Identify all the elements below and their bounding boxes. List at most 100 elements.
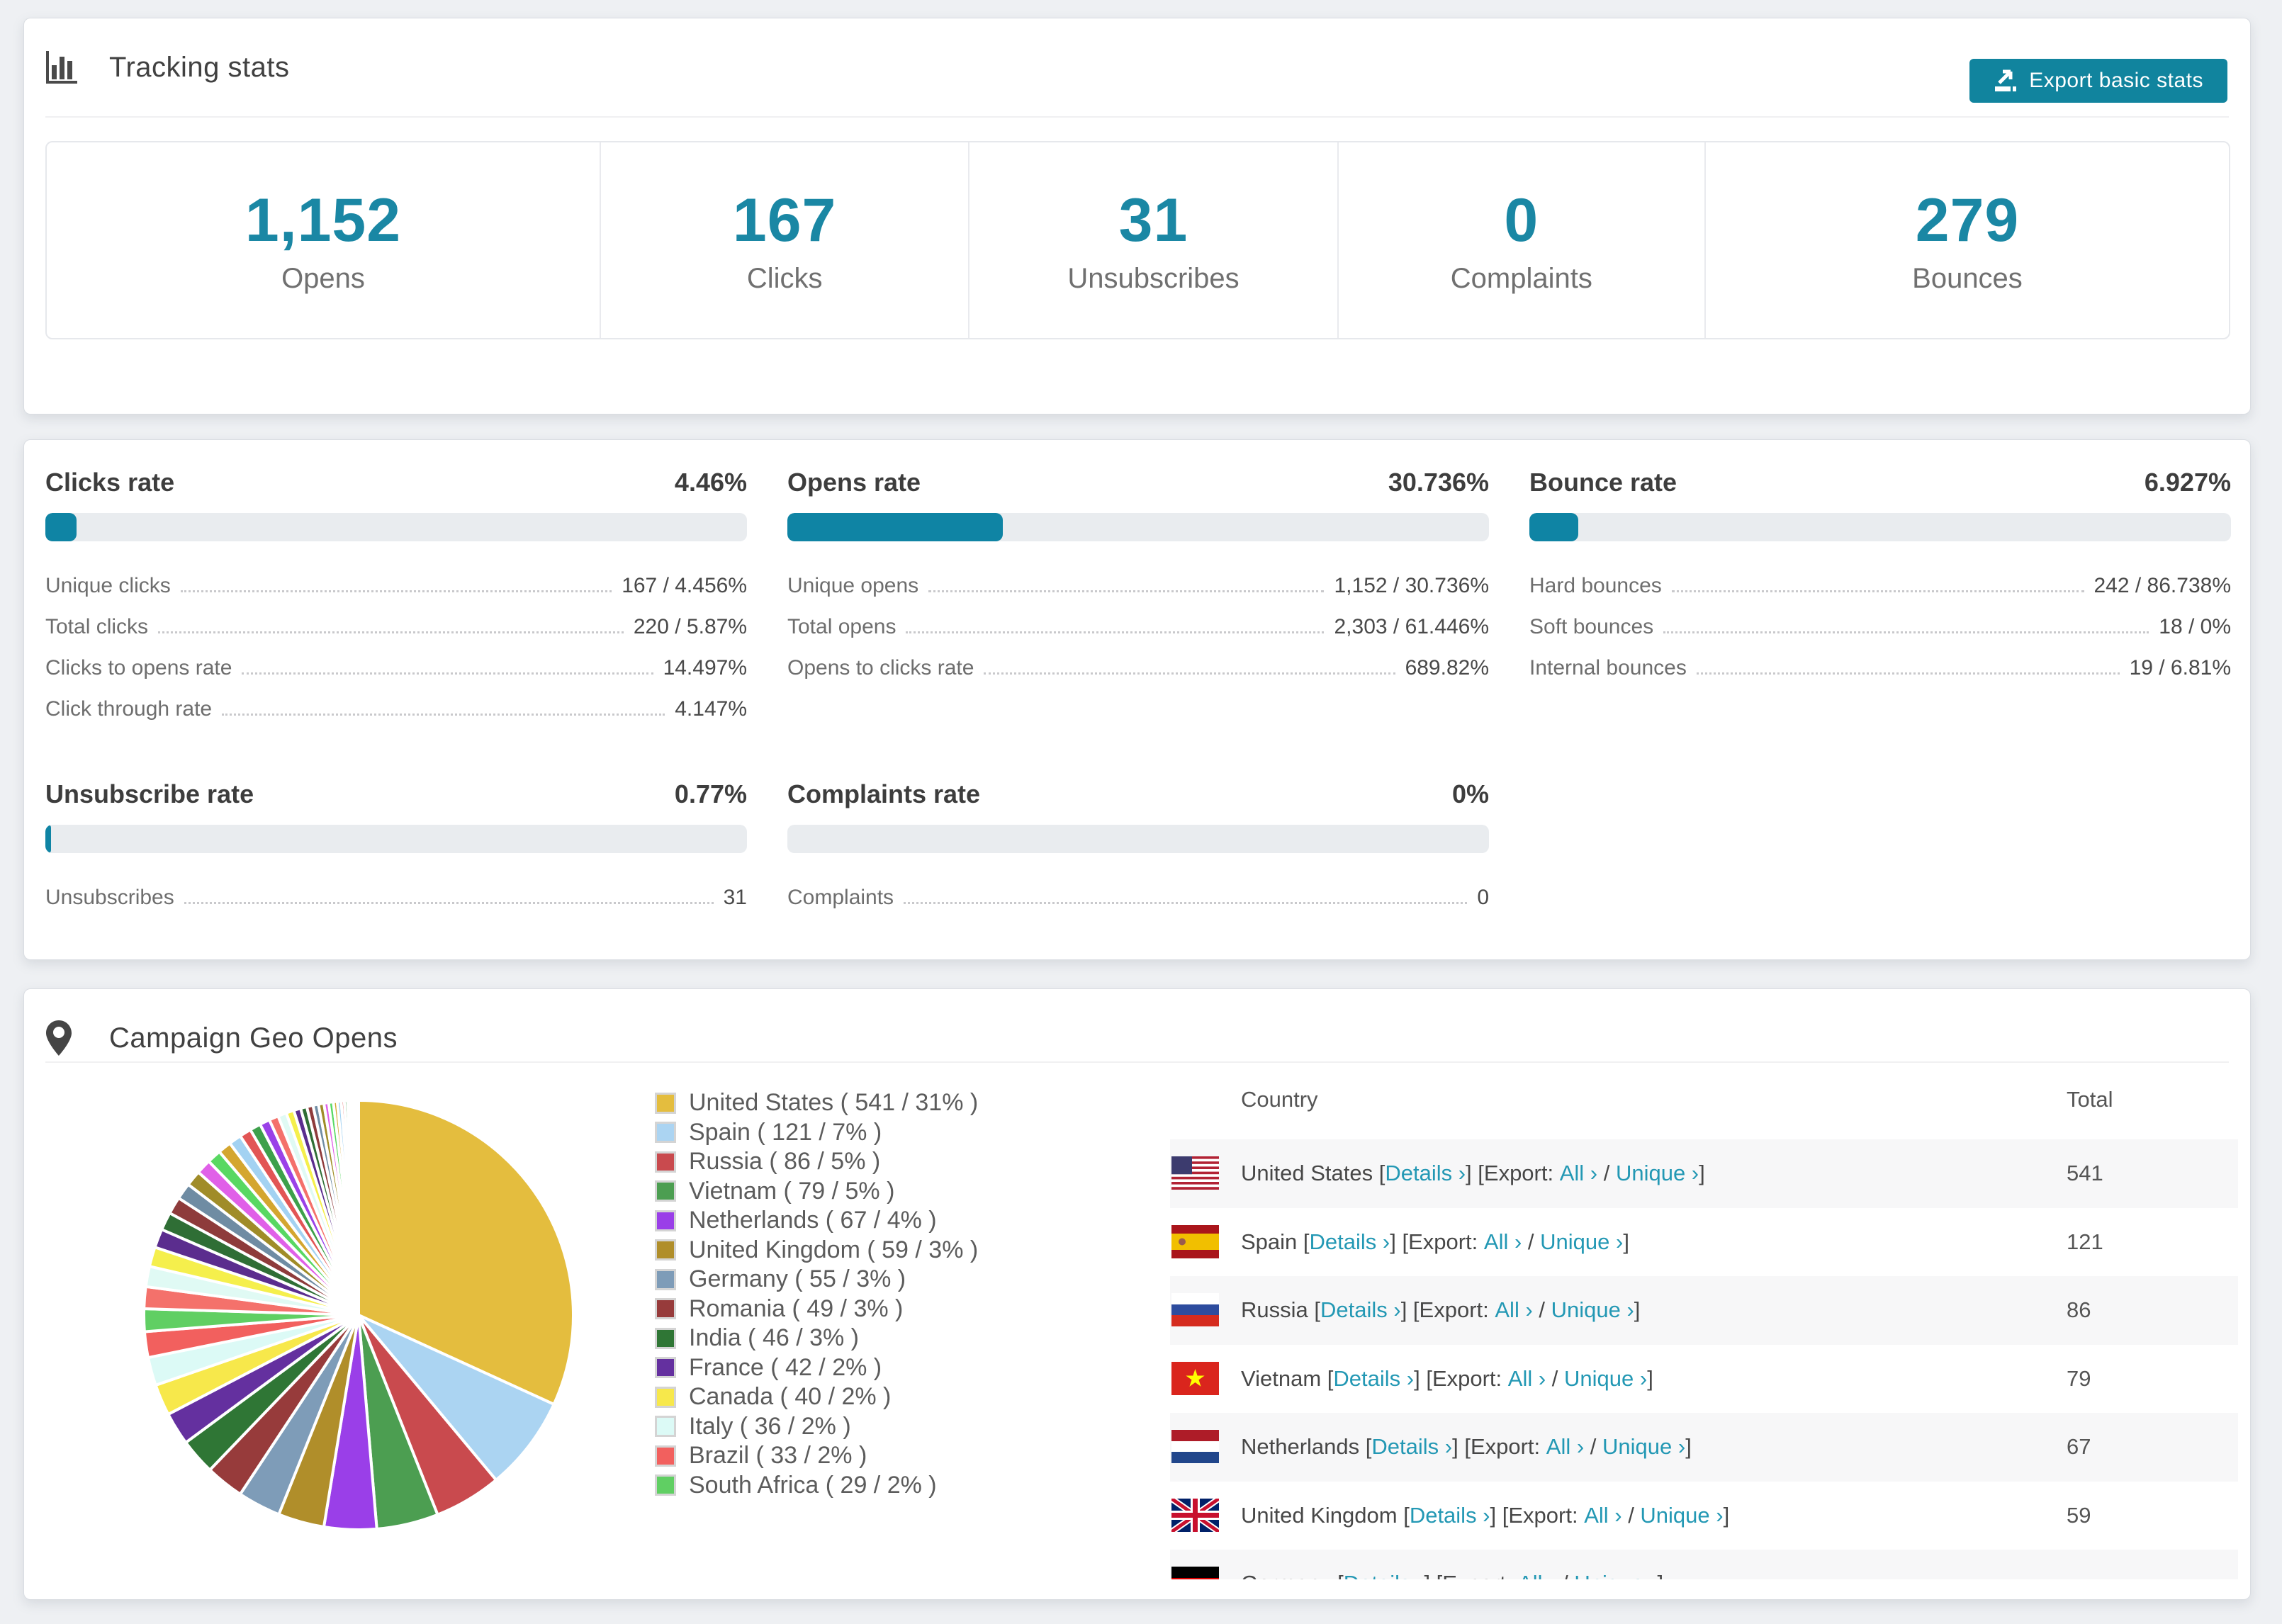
table-row-gb: United Kingdom [Details ›] [Export: All … bbox=[1170, 1482, 2238, 1550]
details-link[interactable]: Details › bbox=[1385, 1161, 1466, 1186]
details-link[interactable]: Details › bbox=[1310, 1229, 1390, 1255]
legend-item-france[interactable]: France ( 42 / 2% ) bbox=[655, 1353, 1165, 1383]
export-unique-link[interactable]: Unique › bbox=[1602, 1434, 1685, 1460]
total-cell: 59 bbox=[2067, 1502, 2091, 1528]
country-name: United Kingdom bbox=[1241, 1502, 1404, 1528]
legend-swatch bbox=[655, 1122, 676, 1144]
export-all-link[interactable]: All › bbox=[1518, 1571, 1556, 1579]
table-row-ru: Russia [Details ›] [Export: All › / Uniq… bbox=[1170, 1276, 2238, 1345]
stat-label: Complaints bbox=[1450, 263, 1592, 294]
slash: / bbox=[1522, 1229, 1541, 1254]
export-all-link[interactable]: All › bbox=[1508, 1366, 1546, 1392]
total-column-header: Total bbox=[2067, 1087, 2113, 1112]
pie-slice-49[interactable] bbox=[356, 1098, 360, 1316]
rate-head: Bounce rate 6.927% bbox=[1529, 458, 2231, 507]
dotted-leader bbox=[928, 590, 1325, 592]
export-all-link[interactable]: All › bbox=[1546, 1434, 1584, 1460]
rate-block-opens-rate: Opens rate 30.736% Unique opens 1,152 / 30.… bbox=[787, 440, 1489, 684]
legend-item-united-kingdom[interactable]: United Kingdom ( 59 / 3% ) bbox=[655, 1236, 1165, 1265]
rate-row: Unsubscribes 31 bbox=[45, 873, 747, 914]
export-unique-link[interactable]: Unique › bbox=[1551, 1297, 1634, 1323]
legend-label: India ( 46 / 3% ) bbox=[689, 1324, 860, 1352]
legend-item-brazil[interactable]: Brazil ( 33 / 2% ) bbox=[655, 1441, 1165, 1471]
export-all-link[interactable]: All › bbox=[1495, 1297, 1532, 1323]
country-cell: Spain [Details ›] [Export: All › / Uniqu… bbox=[1241, 1208, 1629, 1277]
legend-item-russia[interactable]: Russia ( 86 / 5% ) bbox=[655, 1147, 1165, 1177]
rate-block-unsubscribe-rate: Unsubscribe rate 0.77% Unsubscribes 31 bbox=[45, 752, 747, 914]
rate-head: Unsubscribe rate 0.77% bbox=[45, 769, 747, 819]
rate-row-label: Unsubscribes bbox=[45, 886, 174, 909]
legend-item-romania[interactable]: Romania ( 49 / 3% ) bbox=[655, 1295, 1165, 1324]
rate-rows: Unique opens 1,152 / 30.736% Total opens 2,… bbox=[787, 561, 1489, 684]
rate-row-label: Complaints bbox=[787, 886, 894, 909]
rate-value: 30.736% bbox=[1388, 468, 1489, 497]
bracket: ] bbox=[1723, 1502, 1730, 1528]
legend-item-united-states[interactable]: United States ( 541 / 31% ) bbox=[655, 1088, 1165, 1118]
progress-bar-track bbox=[45, 825, 747, 853]
details-link[interactable]: Details › bbox=[1410, 1503, 1490, 1528]
export-unique-link[interactable]: Unique › bbox=[1640, 1503, 1723, 1528]
bracket: [ bbox=[1337, 1571, 1344, 1579]
stat-value: 167 bbox=[732, 186, 837, 254]
country-cell: Germany [Details ›] [Export: All › / Uni… bbox=[1241, 1550, 1663, 1579]
export-all-link[interactable]: All › bbox=[1560, 1161, 1597, 1186]
legend-item-italy[interactable]: Italy ( 36 / 2% ) bbox=[655, 1412, 1165, 1442]
export-all-link[interactable]: All › bbox=[1584, 1503, 1621, 1528]
export-unique-link[interactable]: Unique › bbox=[1616, 1161, 1699, 1186]
dotted-leader bbox=[904, 902, 1468, 904]
country-cell: United Kingdom [Details ›] [Export: All … bbox=[1241, 1482, 1729, 1550]
vn-flag-icon bbox=[1171, 1361, 1219, 1395]
legend-item-india[interactable]: India ( 46 / 3% ) bbox=[655, 1324, 1165, 1353]
bracket: ] [ bbox=[1400, 1297, 1420, 1323]
rate-title: Opens rate bbox=[787, 468, 921, 497]
details-link[interactable]: Details › bbox=[1333, 1366, 1414, 1392]
dotted-leader bbox=[180, 590, 612, 592]
details-link[interactable]: Details › bbox=[1371, 1434, 1452, 1460]
export-unique-link[interactable]: Unique › bbox=[1564, 1366, 1647, 1392]
legend-label: Brazil ( 33 / 2% ) bbox=[689, 1442, 867, 1470]
details-link[interactable]: Details › bbox=[1344, 1571, 1424, 1579]
legend-item-south-africa[interactable]: South Africa ( 29 / 2% ) bbox=[655, 1471, 1165, 1501]
stat-value: 279 bbox=[1915, 186, 2020, 254]
legend-label: Spain ( 121 / 7% ) bbox=[689, 1118, 882, 1146]
legend-label: South Africa ( 29 / 2% ) bbox=[689, 1471, 937, 1499]
table-row-nl: Netherlands [Details ›] [Export: All › /… bbox=[1170, 1413, 2238, 1482]
geo-opens-table: Country Total United States [Details ›] … bbox=[1170, 1060, 2238, 1579]
export-all-link[interactable]: All › bbox=[1484, 1229, 1522, 1255]
legend-item-vietnam[interactable]: Vietnam ( 79 / 5% ) bbox=[655, 1177, 1165, 1207]
export-basic-stats-button[interactable]: Export basic stats bbox=[1969, 59, 2227, 103]
legend-label: United States ( 541 / 31% ) bbox=[689, 1089, 979, 1117]
export-unique-link[interactable]: Unique › bbox=[1540, 1229, 1623, 1255]
legend-item-spain[interactable]: Spain ( 121 / 7% ) bbox=[655, 1118, 1165, 1148]
export-label: Export: bbox=[1408, 1229, 1484, 1254]
rate-rows: Complaints 0 bbox=[787, 873, 1489, 914]
campaign-geo-opens-card: Campaign Geo Opens United States ( 541 /… bbox=[23, 988, 2251, 1600]
header-divider bbox=[45, 116, 2229, 118]
details-link[interactable]: Details › bbox=[1320, 1297, 1401, 1323]
bracket: ] bbox=[1634, 1297, 1641, 1323]
legend-swatch bbox=[655, 1445, 676, 1467]
rate-row-label: Opens to clicks rate bbox=[787, 656, 974, 680]
legend-swatch bbox=[655, 1298, 676, 1320]
legend-swatch bbox=[655, 1151, 676, 1173]
bracket: ] bbox=[1647, 1365, 1653, 1391]
geo-opens-legend: United States ( 541 / 31% ) Spain ( 121 /… bbox=[655, 1088, 1165, 1500]
legend-label: Russia ( 86 / 5% ) bbox=[689, 1148, 881, 1175]
export-unique-link[interactable]: Unique › bbox=[1574, 1571, 1657, 1579]
legend-item-netherlands[interactable]: Netherlands ( 67 / 4% ) bbox=[655, 1206, 1165, 1236]
es-flag-icon bbox=[1171, 1224, 1219, 1258]
legend-swatch bbox=[655, 1209, 676, 1231]
legend-swatch bbox=[655, 1357, 676, 1379]
slash: / bbox=[1546, 1365, 1565, 1391]
legend-item-canada[interactable]: Canada ( 40 / 2% ) bbox=[655, 1382, 1165, 1412]
rate-title: Complaints rate bbox=[787, 779, 981, 808]
stat-label: Bounces bbox=[1912, 263, 2023, 294]
geo-opens-pie-chart[interactable] bbox=[139, 1095, 578, 1535]
rate-rows: Unique clicks 167 / 4.456% Total clicks 220… bbox=[45, 561, 747, 726]
legend-label: Romania ( 49 / 3% ) bbox=[689, 1295, 904, 1322]
rate-row-label: Hard bounces bbox=[1529, 574, 1662, 597]
stat-cell-opens: 1,152 Opens bbox=[47, 142, 601, 338]
legend-item-germany[interactable]: Germany ( 55 / 3% ) bbox=[655, 1265, 1165, 1295]
rate-row-value: 19 / 6.81% bbox=[2129, 656, 2231, 680]
rate-row-value: 4.147% bbox=[675, 697, 747, 721]
